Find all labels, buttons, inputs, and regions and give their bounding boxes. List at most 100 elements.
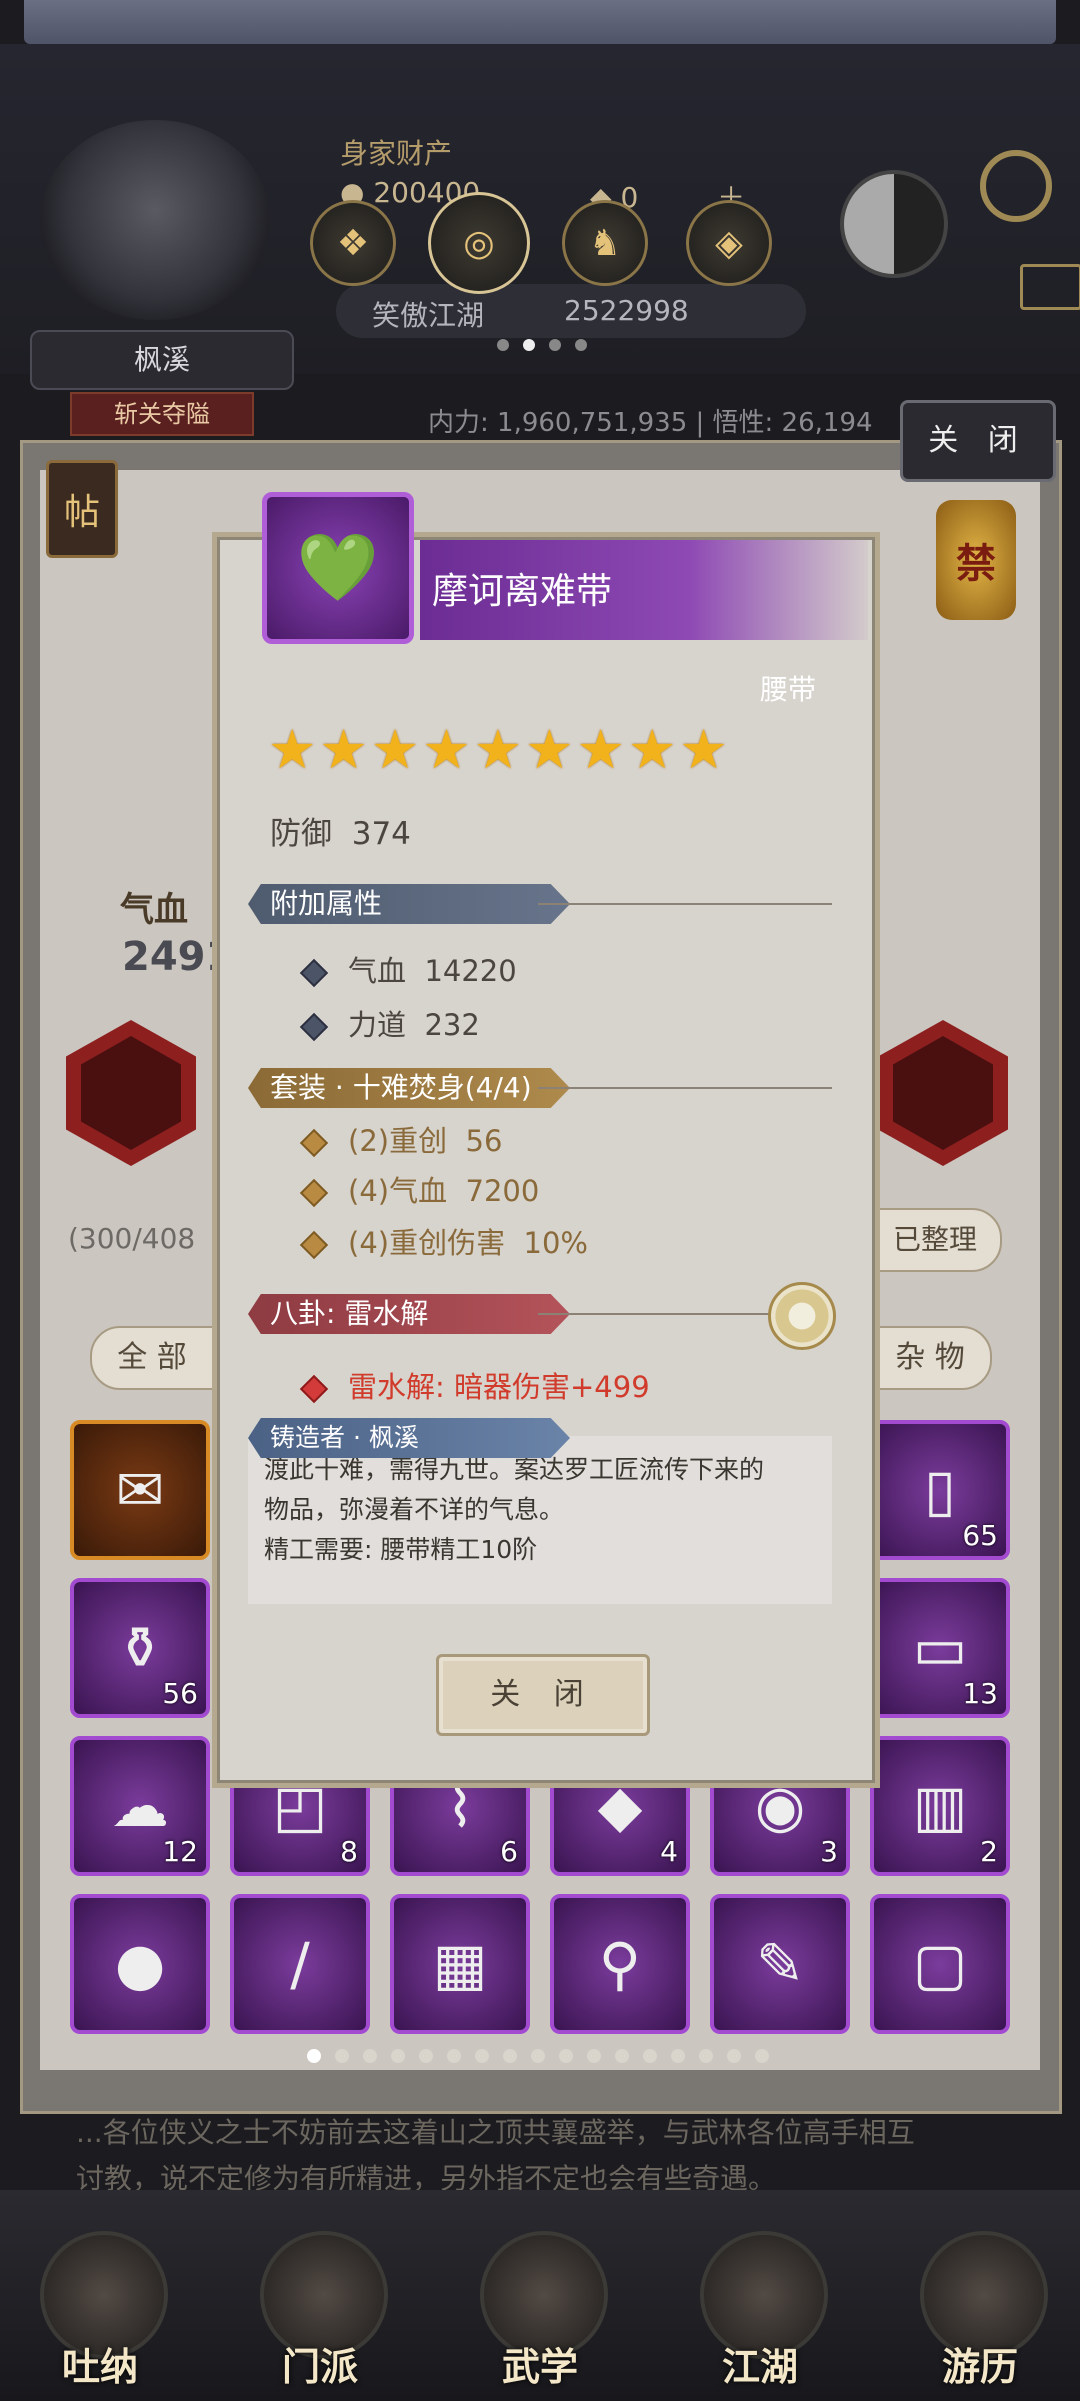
- panel-close-button[interactable]: 关 闭: [900, 400, 1056, 482]
- bag-item-slot[interactable]: ▭ 13: [870, 1578, 1010, 1718]
- page-dot[interactable]: [391, 2049, 405, 2063]
- item-icon: ⚲: [598, 1930, 642, 1998]
- star-rating: ★★★★★★★★★: [268, 718, 731, 781]
- attr-name: 气血: [348, 954, 407, 988]
- gear-icon[interactable]: [980, 150, 1052, 222]
- maker-header: 铸造者 · 枫溪: [248, 1418, 570, 1458]
- bagua-effect: 雷水解: 暗器伤害+499: [348, 1370, 650, 1404]
- attr-value: 10%: [523, 1226, 588, 1260]
- nav-travel[interactable]: 游历: [900, 2231, 1060, 2389]
- item-count: 2: [980, 1835, 998, 1868]
- diamond-icon: [299, 1178, 329, 1208]
- star-icon: ★: [319, 718, 368, 781]
- bag-item-slot[interactable]: ⚲: [550, 1894, 690, 2034]
- bag-item-slot[interactable]: ▦: [390, 1894, 530, 2034]
- bag-capacity: (300/408: [68, 1222, 196, 1255]
- boots-icon[interactable]: ♞: [562, 200, 648, 286]
- item-name: 摩诃离难带: [432, 571, 613, 612]
- nav-jianghu[interactable]: 江湖: [680, 2231, 840, 2389]
- page-dot[interactable]: [419, 2049, 433, 2063]
- diamond-icon: [299, 1230, 329, 1260]
- item-icon: ✉: [115, 1456, 165, 1524]
- title-id: 2522998: [564, 294, 689, 327]
- wealth-label: 身家财产: [340, 137, 453, 170]
- equip-page-dots: [490, 336, 594, 355]
- divider: [538, 1087, 832, 1089]
- item-count: 56: [162, 1677, 198, 1710]
- power-stats: 内力: 1,960,751,935 | 悟性: 26,194: [428, 408, 873, 438]
- nav-label: 武学: [501, 2345, 578, 2389]
- belt-item-icon: 💚: [262, 492, 414, 644]
- armor-icon[interactable]: ❖: [310, 200, 396, 286]
- necklace-icon[interactable]: ◈: [686, 200, 772, 286]
- page-dot[interactable]: [475, 2049, 489, 2063]
- item-count: 3: [820, 1835, 838, 1868]
- nav-tuna[interactable]: 吐纳: [20, 2231, 180, 2389]
- story-text: ...各位侠义之士不妨前去这着山之顶共襄盛举，与武林各位高手相互 讨教，说不定修…: [76, 2110, 915, 2202]
- bag-item-slot[interactable]: ▯ 65: [870, 1420, 1010, 1560]
- tab-all[interactable]: 全 部: [90, 1326, 214, 1390]
- forbidden-lantern-icon[interactable]: 禁: [936, 500, 1016, 620]
- page-dot[interactable]: [531, 2049, 545, 2063]
- nav-label: 游历: [941, 2345, 1018, 2389]
- bag-item-slot[interactable]: ▥ 2: [870, 1736, 1010, 1876]
- nav-sect[interactable]: 门派: [240, 2231, 400, 2389]
- set-attr-row: (4)重创伤害 10%: [299, 1220, 588, 1262]
- bag-item-slot[interactable]: ✎: [710, 1894, 850, 2034]
- dialog-close-button[interactable]: 关 闭: [436, 1654, 650, 1736]
- attr-name: (2)重创: [348, 1124, 448, 1158]
- page-dot[interactable]: [559, 2049, 573, 2063]
- page-dot[interactable]: [699, 2049, 713, 2063]
- page-dot[interactable]: [503, 2049, 517, 2063]
- extra-attr-header: 附加属性: [248, 884, 570, 924]
- star-icon: ★: [268, 718, 317, 781]
- page-dot[interactable]: [643, 2049, 657, 2063]
- star-icon: ★: [525, 718, 574, 781]
- item-slot-type: 腰带: [760, 673, 817, 706]
- page-dot[interactable]: [615, 2049, 629, 2063]
- attr-value: 56: [465, 1124, 503, 1158]
- item-icon: /: [290, 1930, 310, 1998]
- page-dot[interactable]: [727, 2049, 741, 2063]
- item-icon: ✎: [755, 1930, 805, 1998]
- item-count: 12: [162, 1835, 198, 1868]
- star-icon: ★: [679, 718, 728, 781]
- divider: [538, 903, 832, 905]
- page-dot[interactable]: [671, 2049, 685, 2063]
- page-dot[interactable]: [307, 2049, 321, 2063]
- bag-item-slot[interactable]: ⚱ 56: [70, 1578, 210, 1718]
- sort-button[interactable]: 已整理: [868, 1208, 1002, 1272]
- bag-item-slot[interactable]: ✉: [70, 1420, 210, 1560]
- page-dot[interactable]: [755, 2049, 769, 2063]
- taiji-icon[interactable]: [840, 170, 948, 278]
- star-icon: ★: [576, 718, 625, 781]
- attr-name: 力道: [348, 1008, 407, 1042]
- bag-item-slot[interactable]: ▢: [870, 1894, 1010, 2034]
- mail-icon[interactable]: [1020, 264, 1080, 310]
- defense-label: 防御: [270, 816, 332, 852]
- star-icon: ★: [422, 718, 471, 781]
- item-icon: ▢: [912, 1930, 968, 1998]
- bag-item-slot[interactable]: ●: [70, 1894, 210, 2034]
- top-banner: [24, 0, 1056, 44]
- diamond-icon: [299, 1128, 329, 1158]
- invitation-icon[interactable]: 帖: [46, 460, 118, 558]
- nav-martial[interactable]: 武学: [460, 2231, 620, 2389]
- page-dot[interactable]: [447, 2049, 461, 2063]
- tab-misc[interactable]: 杂 物: [868, 1326, 992, 1390]
- page-dot[interactable]: [587, 2049, 601, 2063]
- attr-name: (4)重创伤害: [348, 1226, 506, 1260]
- page-dot[interactable]: [335, 2049, 349, 2063]
- player-name: 枫溪: [30, 330, 294, 390]
- player-avatar[interactable]: [40, 120, 270, 320]
- bag-item-slot[interactable]: /: [230, 1894, 370, 2034]
- desc-line-3: 精工需要: 腰带精工10阶: [264, 1535, 538, 1564]
- page-dot[interactable]: [363, 2049, 377, 2063]
- bag-item-slot[interactable]: ☁ 12: [70, 1736, 210, 1876]
- defense-stat: 防御 374: [270, 808, 411, 853]
- hp-label: 气血: [120, 890, 188, 930]
- set-attr-row: (2)重创 56: [299, 1118, 503, 1160]
- belt-icon[interactable]: ◎: [428, 192, 530, 294]
- attr-value: 232: [424, 1008, 480, 1042]
- diamond-icon: [299, 958, 329, 988]
